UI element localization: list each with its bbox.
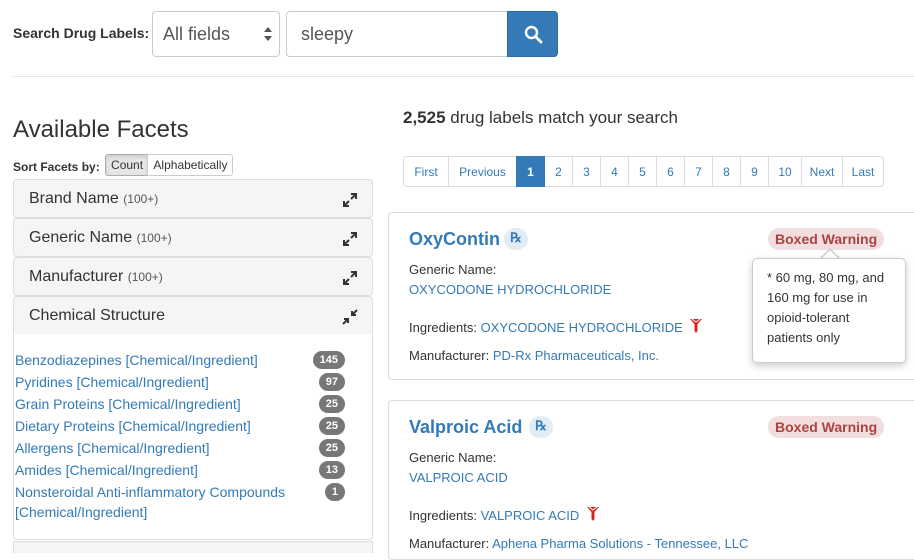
- page-1[interactable]: 1: [516, 156, 545, 187]
- rx-icon: ℞: [529, 416, 553, 438]
- page-last[interactable]: Last: [842, 156, 884, 187]
- facet-item-label[interactable]: Grain Proteins [Chemical/Ingredient]: [15, 394, 241, 414]
- facet-item[interactable]: Amides [Chemical/Ingredient] 13: [15, 460, 345, 480]
- generic-name-link[interactable]: VALPROIC ACID: [409, 470, 508, 485]
- boxed-warning-tooltip: * 60 mg, 80 mg, and 160 mg for use in op…: [752, 258, 906, 363]
- facet-item[interactable]: Benzodiazepines [Chemical/Ingredient] 14…: [15, 350, 345, 370]
- facet-panel-manufacturer[interactable]: Manufacturer (100+): [13, 257, 373, 296]
- facet-count-badge: 97: [318, 373, 345, 391]
- search-field-select[interactable]: All fields: [152, 11, 280, 57]
- page-5[interactable]: 5: [628, 156, 657, 187]
- search-label: Search Drug Labels:: [13, 25, 150, 41]
- search-input[interactable]: sleepy: [286, 11, 508, 57]
- sort-facets-label: Sort Facets by:: [13, 160, 100, 174]
- ingredients-label: Ingredients:: [409, 508, 477, 523]
- manufacturer-link[interactable]: Aphena Pharma Solutions - Tennessee, LLC: [492, 536, 748, 551]
- page-7[interactable]: 7: [684, 156, 713, 187]
- facet-count-badge: 25: [318, 439, 345, 457]
- header-divider: [13, 76, 914, 77]
- sort-facets-row: Sort Facets by: Count Alphabetically: [13, 154, 234, 176]
- page-6[interactable]: 6: [656, 156, 685, 187]
- manufacturer-link[interactable]: PD-Rx Pharmaceuticals, Inc.: [493, 348, 659, 363]
- facet-panel-brand-name[interactable]: Brand Name (100+): [13, 179, 373, 218]
- boxed-warning-badge[interactable]: Boxed Warning: [768, 228, 885, 250]
- facet-panel-title: Brand Name: [29, 190, 119, 207]
- generic-name-label: Generic Name:: [409, 262, 497, 277]
- pagination: First Previous 1 2 3 4 5 6 7 8 9 10 Next…: [403, 156, 884, 187]
- result-count: 2,525 drug labels match your search: [403, 108, 678, 128]
- ingredient-link[interactable]: VALPROIC ACID: [481, 508, 580, 523]
- boxed-warning-badge[interactable]: Boxed Warning: [768, 416, 885, 438]
- page-next[interactable]: Next: [801, 156, 843, 187]
- result-count-number: 2,525: [403, 108, 446, 127]
- sort-alphabetically-button[interactable]: Alphabetically: [147, 154, 234, 176]
- facet-panel-chemical-structure[interactable]: Chemical Structure: [13, 296, 373, 335]
- facet-panel-title: Generic Name: [29, 229, 133, 246]
- compress-icon[interactable]: [342, 309, 358, 325]
- result-card: Valproic Acid ℞ Boxed Warning Generic Na…: [388, 400, 914, 560]
- drug-name-link[interactable]: Valproic Acid: [409, 417, 522, 438]
- ingredient-link[interactable]: OXYCODONE HYDROCHLORIDE: [481, 320, 683, 335]
- facet-panel-title: Manufacturer: [29, 268, 124, 285]
- facet-count-badge: 25: [318, 395, 345, 413]
- facet-panel-next[interactable]: [13, 541, 373, 553]
- toxic-flask-icon: [690, 318, 703, 333]
- expand-icon[interactable]: [342, 270, 358, 286]
- facets-title: Available Facets: [13, 116, 189, 143]
- facet-item[interactable]: Grain Proteins [Chemical/Ingredient] 25: [15, 394, 345, 414]
- ingredients-label: Ingredients:: [409, 320, 477, 335]
- facet-item-label[interactable]: Amides [Chemical/Ingredient]: [15, 460, 198, 480]
- page-9[interactable]: 9: [740, 156, 769, 187]
- search-field-selected: All fields: [163, 24, 231, 44]
- page-4[interactable]: 4: [600, 156, 629, 187]
- generic-name-link[interactable]: OXYCODONE HYDROCHLORIDE: [409, 282, 611, 297]
- expand-icon[interactable]: [342, 192, 358, 208]
- search-icon: [524, 25, 543, 44]
- facet-panel-count: (100+): [127, 270, 163, 284]
- facet-item[interactable]: Dietary Proteins [Chemical/Ingredient] 2…: [15, 416, 345, 436]
- page-first[interactable]: First: [403, 156, 449, 187]
- sort-by-count-button[interactable]: Count: [105, 154, 150, 176]
- facet-count-badge: 13: [318, 461, 345, 479]
- page-previous[interactable]: Previous: [448, 156, 517, 187]
- facet-item-label[interactable]: Allergens [Chemical/Ingredient]: [15, 438, 210, 458]
- facet-item[interactable]: Allergens [Chemical/Ingredient] 25: [15, 438, 345, 458]
- facet-item-label[interactable]: Benzodiazepines [Chemical/Ingredient]: [15, 350, 258, 370]
- page-8[interactable]: 8: [712, 156, 741, 187]
- toxic-flask-icon: [586, 506, 599, 521]
- generic-name-label: Generic Name:: [409, 450, 497, 465]
- manufacturer-label: Manufacturer:: [409, 536, 490, 551]
- page-2[interactable]: 2: [544, 156, 573, 187]
- facet-item-label[interactable]: Nonsteroidal Anti-inflammatory Compounds…: [15, 482, 300, 522]
- facet-panel-count: (100+): [123, 192, 159, 206]
- drug-name-link[interactable]: OxyContin: [409, 229, 500, 250]
- facet-count-badge: 145: [312, 351, 345, 369]
- facet-panel-generic-name[interactable]: Generic Name (100+): [13, 218, 373, 257]
- facet-item[interactable]: Pyridines [Chemical/Ingredient] 97: [15, 372, 345, 392]
- page-10[interactable]: 10: [768, 156, 802, 187]
- facet-panel-title: Chemical Structure: [29, 307, 166, 324]
- expand-icon[interactable]: [342, 231, 358, 247]
- rx-icon: ℞: [504, 228, 528, 250]
- manufacturer-label: Manufacturer:: [409, 348, 490, 363]
- search-button[interactable]: [507, 11, 558, 57]
- facet-count-badge: 25: [318, 417, 345, 435]
- facet-item-label[interactable]: Dietary Proteins [Chemical/Ingredient]: [15, 416, 251, 436]
- select-arrows-icon: [264, 27, 272, 41]
- facet-item[interactable]: Nonsteroidal Anti-inflammatory Compounds…: [15, 482, 345, 522]
- result-count-text: drug labels match your search: [450, 108, 679, 127]
- page-3[interactable]: 3: [572, 156, 601, 187]
- facet-item-label[interactable]: Pyridines [Chemical/Ingredient]: [15, 372, 209, 392]
- facet-count-badge: 1: [324, 483, 345, 501]
- facet-panel-count: (100+): [136, 231, 172, 245]
